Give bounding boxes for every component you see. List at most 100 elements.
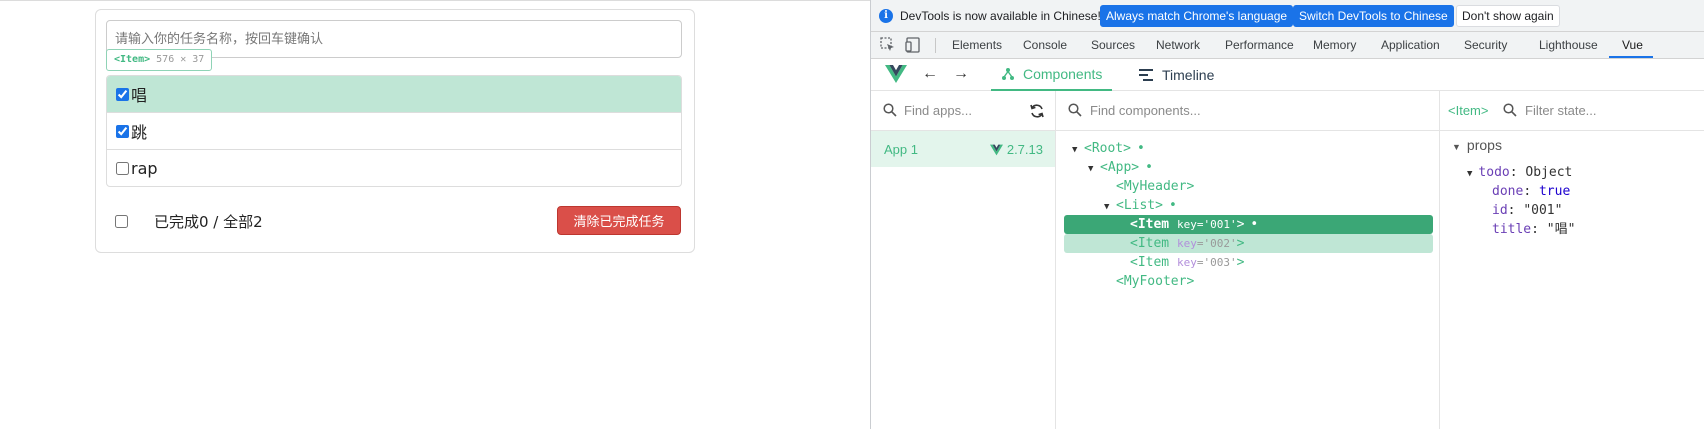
tree-node-label: <Item [1130,217,1170,232]
selected-component-tag: <Item> [1448,103,1489,118]
tree-node-label: <Root> [1084,141,1131,156]
tree-node-root[interactable]: ▼ <Root> • [1072,139,1145,158]
vue-logo-icon [989,144,1003,155]
state-row-id[interactable]: id: "001" [1492,201,1562,220]
tree-node-item[interactable]: <Item key='003'> [1130,253,1244,272]
search-icon [883,103,897,122]
tab-network[interactable]: Network [1156,38,1200,52]
tree-node-label: <Item [1130,255,1170,270]
expand-caret-icon[interactable]: ▼ [1452,142,1461,152]
tab-elements[interactable]: Elements [952,38,1002,52]
tab-sources[interactable]: Sources [1091,38,1135,52]
tree-node-label: <Item [1130,236,1170,251]
tree-node-item-selected[interactable]: <Item key='001'> • [1064,215,1433,234]
tree-node-dot: • [1168,198,1177,213]
tree-node-label: <App> [1100,160,1140,175]
infobar-message: DevTools is now available in Chinese! [900,9,1101,23]
state-row-done[interactable]: done: true [1492,182,1570,201]
expand-caret-icon[interactable]: ▼ [1467,169,1472,179]
tree-node-list[interactable]: ▼ <List> • [1104,196,1177,215]
tree-node-myheader[interactable]: <MyHeader> [1116,177,1194,196]
device-toolbar-icon[interactable] [904,36,922,54]
app-version-text: 2.7.13 [1006,142,1043,157]
tab-lighthouse[interactable]: Lighthouse [1539,38,1598,52]
state-row-title[interactable]: title: "唱" [1492,220,1575,239]
find-components-bar [1056,91,1439,131]
apps-column: App 1 2.7.13 [871,91,1056,429]
tab-components[interactable]: Components [991,59,1113,91]
hover-tag-size: 576 ✕ 37 [156,54,205,65]
app-list-item[interactable]: App 1 2.7.13 [871,131,1055,167]
state-value: "唱" [1546,222,1576,237]
expand-caret-icon[interactable]: ▼ [1088,160,1100,179]
tree-node-key-attr: key [1176,256,1197,269]
tab-components-label: Components [1023,66,1103,82]
tab-memory[interactable]: Memory [1313,38,1356,52]
tree-node-key-value: ='003' [1196,256,1237,269]
state-key: done [1492,184,1524,199]
todo-item-checkbox[interactable] [116,162,129,175]
find-apps-input[interactable] [904,103,1014,118]
switch-to-chinese-button[interactable]: Switch DevTools to Chinese [1293,5,1454,27]
tree-node-close: > [1236,255,1245,270]
app-name: App 1 [884,142,918,157]
app-version: 2.7.13 [989,142,1043,157]
tree-node-label: <MyFooter> [1116,274,1195,289]
state-value: true [1538,184,1571,199]
state-value: "001" [1523,203,1563,218]
dont-show-again-button[interactable]: Don't show again [1456,5,1560,27]
todo-item[interactable]: rap [107,150,681,186]
expand-caret-icon[interactable]: ▼ [1072,141,1084,160]
todo-item-checkbox[interactable] [116,87,129,101]
tab-security[interactable]: Security [1464,38,1507,52]
match-language-button[interactable]: Always match Chrome's language [1100,5,1294,27]
tab-application[interactable]: Application [1381,38,1440,52]
select-all-checkbox[interactable] [115,215,128,228]
vue-devtools-toolbar: ← → Components Timeline [871,59,1704,91]
top-divider [0,0,870,1]
todo-item-checkbox[interactable] [116,124,129,138]
tree-node-label: <MyHeader> [1116,179,1195,194]
todo-item[interactable]: 唱 [107,76,681,113]
tab-console[interactable]: Console [1023,38,1067,52]
timeline-icon [1139,69,1153,81]
tab-vue[interactable]: Vue [1622,38,1643,52]
tab-performance[interactable]: Performance [1225,38,1294,52]
tree-node-close: > [1236,236,1245,251]
todo-list: 唱 跳 rap [106,75,682,187]
inspect-element-icon[interactable] [879,36,897,54]
find-components-input[interactable] [1090,103,1390,118]
tree-node-app[interactable]: ▼ <App> • [1088,158,1153,177]
todo-item-title: 跳 [131,123,148,142]
tab-timeline[interactable]: Timeline [1139,59,1214,91]
info-icon: i [879,9,893,23]
tree-node-myfooter[interactable]: <MyFooter> [1116,272,1194,291]
todo-app-panel: 唱 跳 rap <Item> 576 ✕ 37 已完成0 / 全部2 清除已完成… [95,9,695,253]
state-value: Object [1525,165,1573,180]
tree-node-key-value: ='002' [1196,237,1237,250]
props-section-label: props [1466,137,1502,153]
filter-state-input[interactable] [1525,103,1695,118]
back-arrow-icon[interactable]: ← [922,65,938,83]
todo-item[interactable]: 跳 [107,113,681,150]
tree-node-item-hovered[interactable]: <Item key='002'> [1064,234,1433,253]
tree-node-dot: • [1136,141,1145,156]
devtools-tabbar: Elements Console Sources Network Perform… [871,32,1704,59]
state-row-todo[interactable]: ▼ todo: Object [1467,163,1572,182]
todo-item-title: 唱 [131,86,148,105]
tree-node-label: <List> [1116,198,1163,213]
refresh-icon[interactable] [1029,103,1045,124]
completion-status: 已完成0 / 全部2 [154,213,263,231]
props-section-header[interactable]: ▼ props [1452,136,1502,155]
filter-state-bar: <Item> [1440,91,1704,131]
tree-node-dot: • [1145,160,1153,175]
components-icon [1002,68,1014,80]
forward-arrow-icon[interactable]: → [953,65,969,83]
hover-tag-name: <Item> [114,54,151,65]
tree-node-close: > [1236,217,1245,232]
clear-completed-button[interactable]: 清除已完成任务 [557,206,681,235]
search-icon [1503,103,1517,122]
state-key: id [1492,203,1508,218]
search-icon [1068,103,1082,122]
language-infobar: i DevTools is now available in Chinese! … [871,0,1704,32]
